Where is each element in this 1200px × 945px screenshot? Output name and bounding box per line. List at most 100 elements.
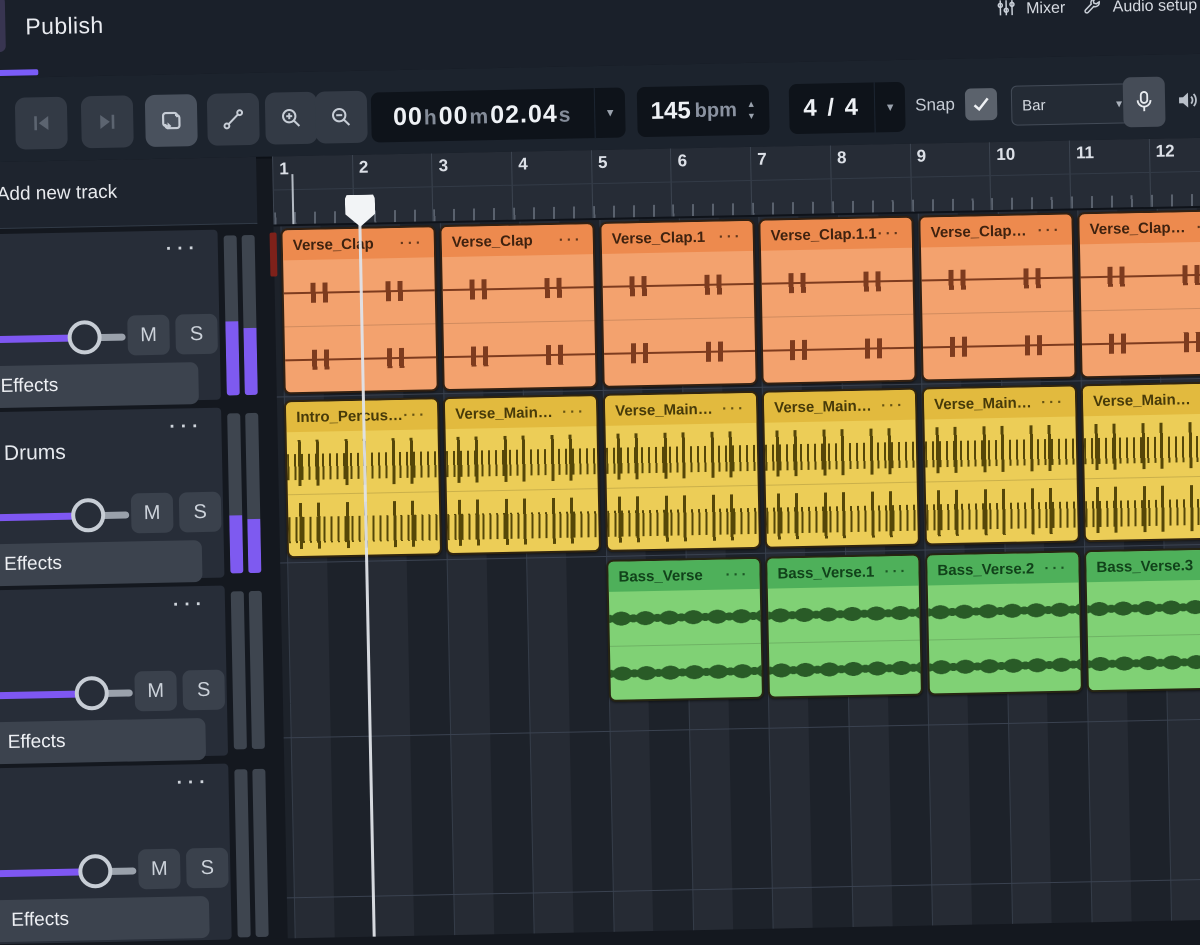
track-vu-meters xyxy=(227,413,262,574)
audio-clip[interactable]: Verse_Main…··· xyxy=(443,394,601,555)
zoom-out-button[interactable] xyxy=(315,91,368,144)
clip-menu-icon[interactable]: ··· xyxy=(559,231,583,248)
loop-button[interactable] xyxy=(145,94,198,147)
audio-clip[interactable]: Verse_Clap…··· xyxy=(918,212,1076,381)
skip-forward-icon xyxy=(95,110,119,134)
mute-button[interactable]: M xyxy=(131,493,174,534)
add-new-track-label: Add new track xyxy=(0,182,117,206)
audio-clip[interactable]: Bass_Verse.1··· xyxy=(765,554,923,699)
clip-menu-icon[interactable]: ··· xyxy=(881,396,905,413)
project-tab-sliver[interactable] xyxy=(0,0,6,53)
effects-button[interactable]: Effects xyxy=(0,362,199,408)
audio-clip[interactable]: Bass_Verse.2 ··· xyxy=(925,550,1083,695)
zoom-in-icon xyxy=(279,106,303,130)
audio-setup-button[interactable]: Audio setup xyxy=(1082,0,1198,56)
track-panel-1[interactable]: ··· M S Effects xyxy=(0,230,221,405)
track-menu-icon[interactable]: ··· xyxy=(176,772,210,795)
audio-clip[interactable]: Verse_Main… ··· xyxy=(922,384,1080,545)
snap-grid-select[interactable]: Bar ▾ xyxy=(1011,83,1134,125)
add-new-track-button[interactable]: Add new track xyxy=(0,157,257,230)
vu-fill xyxy=(243,328,257,395)
slider-knob[interactable] xyxy=(78,854,113,889)
volume-slider[interactable] xyxy=(0,320,118,357)
solo-button[interactable]: S xyxy=(179,492,222,533)
mute-button[interactable]: M xyxy=(134,671,177,712)
zoom-in-button[interactable] xyxy=(265,92,318,145)
track-panel-drums[interactable]: ··· Drums M S Effects xyxy=(0,408,224,583)
clip-menu-icon[interactable]: ··· xyxy=(719,228,743,245)
track-panel-3[interactable]: ··· M S Effects xyxy=(0,586,228,761)
clip-menu-icon[interactable]: ··· xyxy=(1044,559,1068,576)
solo-button[interactable]: S xyxy=(182,670,225,711)
slider-knob[interactable] xyxy=(71,498,106,533)
time-display-caret[interactable]: ▾ xyxy=(594,87,626,138)
effects-button[interactable]: Effects xyxy=(0,896,210,942)
bpm-down-icon[interactable]: ▼ xyxy=(747,111,756,120)
clip-menu-icon[interactable]: ··· xyxy=(884,562,908,579)
mute-button[interactable]: M xyxy=(127,315,170,356)
audio-clip[interactable]: Verse_Clap…··· xyxy=(1077,209,1200,378)
effects-button[interactable]: Effects xyxy=(0,718,206,764)
mic-input-button[interactable] xyxy=(1123,77,1166,128)
volume-slider[interactable] xyxy=(0,498,122,535)
audio-clip[interactable]: Verse_Clap.1.1··· xyxy=(758,216,916,385)
clip-menu-icon[interactable]: ··· xyxy=(1041,393,1065,410)
clip-menu-icon[interactable]: ··· xyxy=(403,406,427,423)
time-signature-control[interactable]: 4 / 4 ▾ xyxy=(789,82,906,134)
volume-slider[interactable] xyxy=(0,676,125,713)
audio-clip[interactable]: Verse_Clap··· xyxy=(439,222,597,391)
effects-button[interactable]: Effects xyxy=(0,540,203,586)
audio-clip[interactable]: Bass_Verse.3··· xyxy=(1084,547,1200,692)
clip-menu-icon[interactable]: ··· xyxy=(1196,218,1200,235)
clip-label: Bass_Verse.2 xyxy=(937,560,1034,579)
clip-waveform xyxy=(605,423,758,550)
track-vu-meters xyxy=(234,769,269,938)
mute-button[interactable]: M xyxy=(138,849,181,890)
volume-slider[interactable] xyxy=(0,854,129,891)
time-signature-caret[interactable]: ▾ xyxy=(874,82,906,133)
audio-clip[interactable]: Verse_Clap.1 ··· xyxy=(599,219,757,388)
snap-checkbox[interactable] xyxy=(965,88,998,121)
slider-knob[interactable] xyxy=(67,320,102,355)
automation-button[interactable] xyxy=(207,93,260,146)
wrench-icon xyxy=(1082,0,1102,21)
speaker-icon[interactable] xyxy=(1175,88,1200,118)
skip-to-start-button[interactable] xyxy=(15,97,68,150)
clip-menu-icon[interactable]: ··· xyxy=(725,566,749,583)
clip-menu-icon[interactable]: ··· xyxy=(878,224,902,241)
track-menu-icon[interactable]: ··· xyxy=(173,594,207,617)
clip-menu-icon[interactable]: ··· xyxy=(400,234,424,251)
bpm-stepper[interactable]: ▲ ▼ xyxy=(747,99,756,120)
audio-clip[interactable]: Verse_Main…··· xyxy=(762,388,920,549)
track-vu-meters xyxy=(224,235,259,396)
clip-waveform xyxy=(602,251,756,386)
clip-menu-icon[interactable]: ··· xyxy=(1037,221,1061,238)
clip-label: Verse_Clap.1 xyxy=(612,228,706,247)
audio-clip[interactable]: Verse_Main…··· xyxy=(603,391,761,552)
slider-knob[interactable] xyxy=(74,676,109,711)
track-menu-icon[interactable]: ··· xyxy=(166,238,200,261)
bpm-control[interactable]: 145 bpm ▲ ▼ xyxy=(637,85,770,138)
skip-forward-button[interactable] xyxy=(81,95,134,148)
publish-button[interactable]: Publish xyxy=(25,12,104,41)
solo-button[interactable]: S xyxy=(175,314,218,355)
clip-menu-icon[interactable]: ··· xyxy=(562,403,586,420)
track-menu-icon[interactable]: ··· xyxy=(169,416,203,439)
solo-button[interactable]: S xyxy=(186,848,229,889)
track-panel-4[interactable]: ··· M S Effects xyxy=(0,764,232,945)
clip-menu-icon[interactable]: ··· xyxy=(722,400,746,417)
time-display[interactable]: 00h00m02.04s ▾ xyxy=(371,87,626,142)
clip-waveform xyxy=(764,420,917,547)
clip-waveform xyxy=(1080,241,1200,376)
audio-clip[interactable]: Bass_Verse··· xyxy=(606,557,764,702)
snap-grid-value: Bar xyxy=(1022,97,1046,114)
clip-label: Verse_Main… xyxy=(934,394,1032,413)
vu-fill xyxy=(225,322,239,396)
mixer-button[interactable]: Mixer xyxy=(995,0,1066,58)
snap-label: Snap xyxy=(915,95,955,116)
daw-window: Publish Mixer Audio setup xyxy=(0,0,1200,945)
zoom-out-icon xyxy=(329,105,353,129)
audio-clip[interactable]: Verse_Main…··· xyxy=(1081,381,1200,542)
bpm-up-icon[interactable]: ▲ xyxy=(747,99,756,108)
vu-fill xyxy=(229,516,243,574)
